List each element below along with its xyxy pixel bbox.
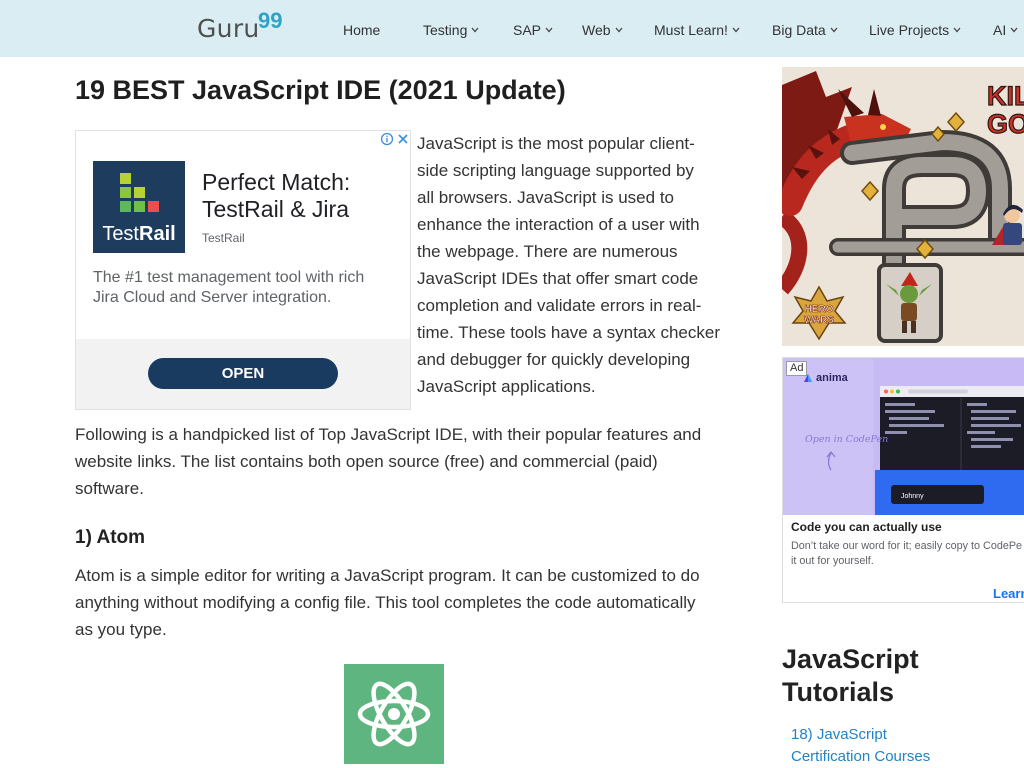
site-header: Guru 99 Home Testing SAP Web Must Learn!… — [0, 0, 1024, 57]
demo-input-text: Johnny — [901, 493, 924, 500]
nav-label: Must Learn! — [654, 22, 728, 38]
nav-label: Web — [582, 22, 611, 38]
logo-line: WARS — [804, 315, 834, 326]
ad-brand: TestRail — [202, 231, 245, 245]
section-heading-atom: 1) Atom — [75, 527, 146, 548]
nav-must-learn[interactable]: Must Learn! — [654, 2, 740, 58]
hero-wars-ad-image: HERO WARS KIL GO — [782, 67, 1024, 346]
nav-label: Home — [343, 22, 381, 38]
ad-description-line: The #1 test management tool with rich — [93, 269, 365, 286]
paragraph-line: JavaScript IDEs that offer smart code — [417, 269, 699, 288]
chevron-down-icon — [732, 27, 740, 33]
ad-headline-line: TestRail & Jira — [202, 196, 349, 222]
overlay-text: Open in CodePen — [805, 434, 888, 445]
paragraph-line: as you type. — [75, 620, 167, 639]
ad-headline-line: GO — [987, 109, 1024, 139]
ad-description-line: Don’t take our word for it; easily copy … — [791, 540, 1023, 552]
nav-home[interactable]: Home — [343, 2, 380, 58]
chevron-down-icon — [615, 27, 623, 33]
link-line: Certification Courses — [791, 748, 931, 765]
hero-wars-ad[interactable]: HERO WARS KIL GO — [782, 67, 1024, 346]
ad-footer: OPEN — [76, 339, 410, 409]
nav-label: Testing — [423, 22, 468, 38]
chevron-down-icon — [1010, 27, 1018, 33]
nav-label: SAP — [513, 22, 542, 38]
tutorial-link[interactable]: 18) JavaScript Certification Courses — [791, 724, 930, 768]
anima-brand-name: anima — [816, 372, 848, 384]
paragraph-line: website links. The list contains both op… — [75, 452, 658, 471]
atom-logo-icon — [344, 664, 444, 764]
paragraph-line: JavaScript applications. — [417, 377, 596, 396]
sidebar-heading: JavaScript Tutorials — [782, 643, 919, 709]
paragraph-line: JavaScript is the most popular client- — [417, 134, 695, 153]
info-icon[interactable] — [380, 132, 394, 146]
atom-paragraph: Atom is a simple editor for writing a Ja… — [75, 562, 700, 643]
ad-title: Code you can actually use — [791, 520, 942, 534]
nav-testing[interactable]: Testing — [423, 2, 479, 58]
link-line: 18) JavaScript — [791, 726, 887, 743]
ad-headline[interactable]: Perfect Match: TestRail & Jira — [202, 169, 350, 223]
paragraph-line: and debugger for quickly developing — [417, 350, 691, 369]
paragraph-line: all browsers. JavaScript is used to — [417, 188, 674, 207]
ad-description-line: Jira Cloud and Server integration. — [93, 289, 332, 306]
chevron-down-icon — [545, 27, 553, 33]
ad-open-button[interactable]: OPEN — [148, 358, 338, 389]
nav-ai[interactable]: AI — [993, 2, 1018, 58]
ad-description: The #1 test management tool with rich Ji… — [93, 268, 364, 308]
chevron-down-icon — [471, 27, 479, 33]
paragraph-line: enhance the interaction of a user with — [417, 215, 700, 234]
paragraph-line: the webpage. There are numerous — [417, 242, 678, 261]
ad-headline-line: KIL — [987, 81, 1024, 111]
page-title: 19 BEST JavaScript IDE (2021 Update) — [75, 75, 566, 105]
nav-live-projects[interactable]: Live Projects — [869, 2, 961, 58]
chevron-down-icon — [953, 27, 961, 33]
paragraph-line: software. — [75, 479, 144, 498]
anima-brand: anima — [803, 371, 848, 385]
ad-description: Don’t take our word for it; easily copy … — [791, 539, 1022, 569]
nav-sap[interactable]: SAP — [513, 2, 553, 58]
intro-paragraph: JavaScript is the most popular client- s… — [417, 130, 720, 400]
logo-line: HERO — [805, 304, 834, 315]
nav-label: Live Projects — [869, 22, 950, 38]
testrail-ad[interactable]: TestRail Perfect Match: TestRail & Jira … — [75, 130, 411, 410]
paragraph-line: anything without modifying a config file… — [75, 593, 696, 612]
paragraph-line: Atom is a simple editor for writing a Ja… — [75, 566, 700, 585]
testrail-logo[interactable]: TestRail — [93, 161, 185, 253]
logo-text-bold: Rail — [139, 223, 176, 245]
paragraph-line: time. These tools have a syntax checker — [417, 323, 721, 342]
ad-learn-link[interactable]: Learn — [993, 586, 1024, 602]
paragraph-line: Following is a handpicked list of Top Ja… — [75, 425, 702, 444]
nav-label: Big Data — [772, 22, 826, 38]
testrail-chart-icon — [120, 173, 159, 212]
logo-text-light: Test — [102, 223, 139, 245]
paragraph-line: side scripting language supported by — [417, 161, 694, 180]
nav-big-data[interactable]: Big Data — [772, 2, 838, 58]
logo-number: 99 — [258, 8, 283, 33]
chevron-down-icon — [830, 27, 838, 33]
paragraph-line: completion and validate errors in real- — [417, 296, 702, 315]
ad-description-line: it out for yourself. — [791, 555, 874, 567]
list-intro-paragraph: Following is a handpicked list of Top Ja… — [75, 421, 701, 502]
testrail-logo-text: TestRail — [93, 222, 185, 246]
close-icon[interactable] — [396, 132, 410, 146]
nav-web[interactable]: Web — [582, 2, 623, 58]
nav-label: AI — [993, 22, 1007, 38]
heading-line: Tutorials — [782, 677, 895, 707]
ad-headline-line: Perfect Match: — [202, 169, 351, 195]
anima-ad[interactable]: Johnny Open in CodePen Ad anima Code you… — [782, 357, 1024, 603]
logo-word: Guru — [197, 14, 260, 43]
heading-line: JavaScript — [782, 644, 919, 674]
anima-logo-icon — [804, 374, 812, 382]
